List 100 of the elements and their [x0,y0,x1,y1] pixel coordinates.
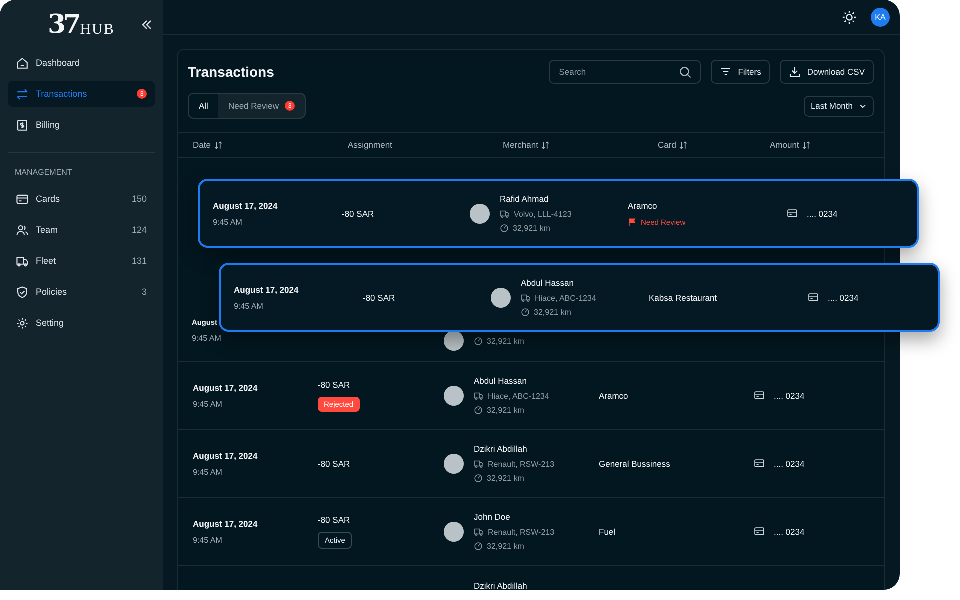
transaction-row[interactable]: August 17, 2024 9:45 AM -80 SAR Dzikri Abdillah Renault, RSW-213 32,921 km General Bussiness .... 0234 [178,430,884,498]
odometer-text: 32,921 km [534,308,572,317]
sidebar-item[interactable]: Dashboard [8,50,155,76]
column-header[interactable]: Card [658,140,688,150]
time-text: 9:45 AM [213,218,242,226]
sort-icon[interactable] [214,140,223,150]
vehicle-text: Hiace, ABC-1234 [535,294,596,302]
merchant-text: Kabsa Restaurant [649,292,718,302]
settings-icon [16,316,29,330]
sidebar-item[interactable]: Billing [8,112,155,138]
collapse-chevrons-icon[interactable] [141,19,153,31]
avatar-placeholder [444,386,464,406]
search-icon [679,66,692,78]
merchant-text: Fuel [599,526,617,536]
gauge-icon [500,224,509,233]
search-field[interactable]: Search [549,60,702,84]
arrows-icon [16,88,29,100]
column-header[interactable]: Amount [770,140,812,150]
driver-name: Rafid Ahmad [500,194,550,204]
date-text: August 17, 2024 [193,518,258,528]
sidebar-item[interactable]: Fleet 131 [8,248,155,274]
odometer-text: 32,921 km [487,542,524,551]
avatar-placeholder [444,454,464,474]
gauge-icon [474,542,483,551]
panel-title: Transactions [188,64,274,80]
truck-icon [474,391,484,401]
gauge-icon [474,406,483,415]
driver-name: Dzikri Abdillah [474,444,528,454]
sidebar-item[interactable]: Team 124 [8,217,155,243]
amount-text: -80 SAR [363,292,396,302]
vehicle-text: Hiace, ABC-1234 [488,392,550,400]
card-icon [16,192,29,206]
sun-icon[interactable] [842,10,857,24]
flag-icon [628,218,637,226]
sort-icon[interactable] [679,140,688,150]
date-text: August 17, 2024 [193,382,258,392]
shield-icon [16,286,29,298]
time-text: 9:45 AM [193,468,222,476]
sort-icon[interactable] [802,140,812,150]
truck-icon [474,527,484,537]
gauge-icon [474,474,483,483]
date-text: August 17, 2024 [234,284,299,294]
vehicle-text: Volvo, LLL-4123 [514,210,572,218]
period-dropdown[interactable]: Last Month [804,96,874,116]
gauge-icon [521,308,530,317]
gauge-icon [474,336,483,346]
card-number: .... 0234 [807,208,838,218]
odometer-text: 32,921 km [513,224,550,233]
sidebar-item[interactable]: Setting [8,310,155,336]
download-icon [789,66,802,78]
date-text: August 17, 2024 [213,200,278,210]
time-text: 9:45 AM [234,302,264,310]
column-header[interactable]: Assignment [348,140,392,150]
card-number: .... 0234 [774,526,805,536]
download-button[interactable]: Download CSV [780,60,874,84]
odometer-text: 32,921 km [487,474,524,483]
filter-tab[interactable]: All [189,94,218,118]
column-header[interactable]: Merchant [503,140,550,150]
merchant-text: General Bussiness [599,458,672,468]
time-text: 9:45 AM [192,334,222,343]
merchant-text: Aramco [599,390,630,400]
sort-icon[interactable] [541,140,550,150]
filters-button[interactable]: Filters [711,60,770,84]
card-number: .... 0234 [774,458,805,468]
card-number: .... 0234 [828,292,859,302]
truck-icon [500,209,510,219]
item-count: 3 [142,287,147,297]
card-number: .... 0234 [774,390,805,400]
section-title: MANAGEMENT [14,167,74,179]
amount-text: -80 SAR [318,458,350,468]
merchant-text: Aramco [628,200,658,210]
amount-text: -80 SAR [318,514,350,524]
avatar-placeholder [444,331,464,351]
dragged-transaction-card[interactable]: August 17, 2024 9:45 AM -80 SAR Abdul Hassan Hiace, ABC-1234 32,921 km Kabsa Restaurant .... 0234 [219,263,940,332]
avatar-placeholder [491,288,511,308]
people-icon [16,224,29,236]
avatar-placeholder [444,522,464,542]
truck-icon [16,254,29,268]
sidebar-item[interactable]: Policies 3 [8,279,155,305]
filter-icon [720,66,732,78]
time-text: 9:45 AM [193,400,222,408]
truck-icon [474,459,484,469]
column-header[interactable]: Date [193,140,223,150]
home-icon [16,56,29,70]
receipt-icon [16,118,29,132]
amount-text: -80 SAR [342,208,374,218]
logo: 37HUB [48,12,115,38]
card-icon [808,292,819,303]
driver-name: John Doe [474,512,512,522]
sidebar-item[interactable]: Cards 150 [8,186,155,212]
card-icon [754,390,765,401]
vehicle-text: Renault, RSW-213 [488,460,555,468]
amount-text: -80 SAR [318,380,350,390]
odometer-text: 32,921 km [487,336,524,346]
odometer-text: 32,921 km [487,406,524,415]
item-count: 131 [132,256,147,266]
truck-icon [521,293,531,303]
user-avatar[interactable]: KA [871,8,890,26]
driver-name: Dzikri Abdillah [474,581,528,590]
time-text: 9:45 AM [193,536,222,544]
